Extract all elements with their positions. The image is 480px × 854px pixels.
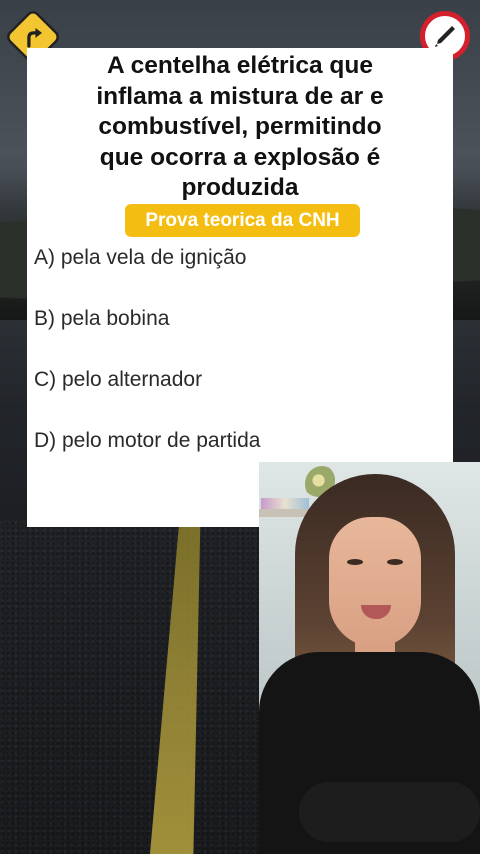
option-b[interactable]: B) pela bobina [34, 306, 169, 332]
presenter-arm [299, 782, 480, 842]
presenter-face [329, 517, 421, 647]
presenter-mouth [361, 605, 391, 619]
exam-badge: Prova teorica da CNH [125, 204, 360, 237]
option-d[interactable]: D) pelo motor de partida [34, 428, 260, 454]
presenter-video [259, 462, 480, 854]
question-line: A centelha elétrica que [107, 52, 373, 79]
question-card: A centelha elétrica que inflama a mistur… [27, 48, 453, 527]
option-c[interactable]: C) pelo alternador [34, 367, 202, 393]
presenter-eye-left [347, 559, 363, 565]
option-a[interactable]: A) pela vela de ignição [34, 245, 246, 271]
presenter-eye-right [387, 559, 403, 565]
question-text: A centelha elétrica que inflama a mistur… [27, 51, 453, 204]
question-line: que ocorra a explosão é [99, 143, 381, 171]
question-line: inflama a mistura de ar e [96, 82, 384, 110]
question-line: combustível, permitindo [98, 113, 382, 140]
video-books [261, 498, 309, 509]
question-line: produzida [181, 174, 299, 201]
